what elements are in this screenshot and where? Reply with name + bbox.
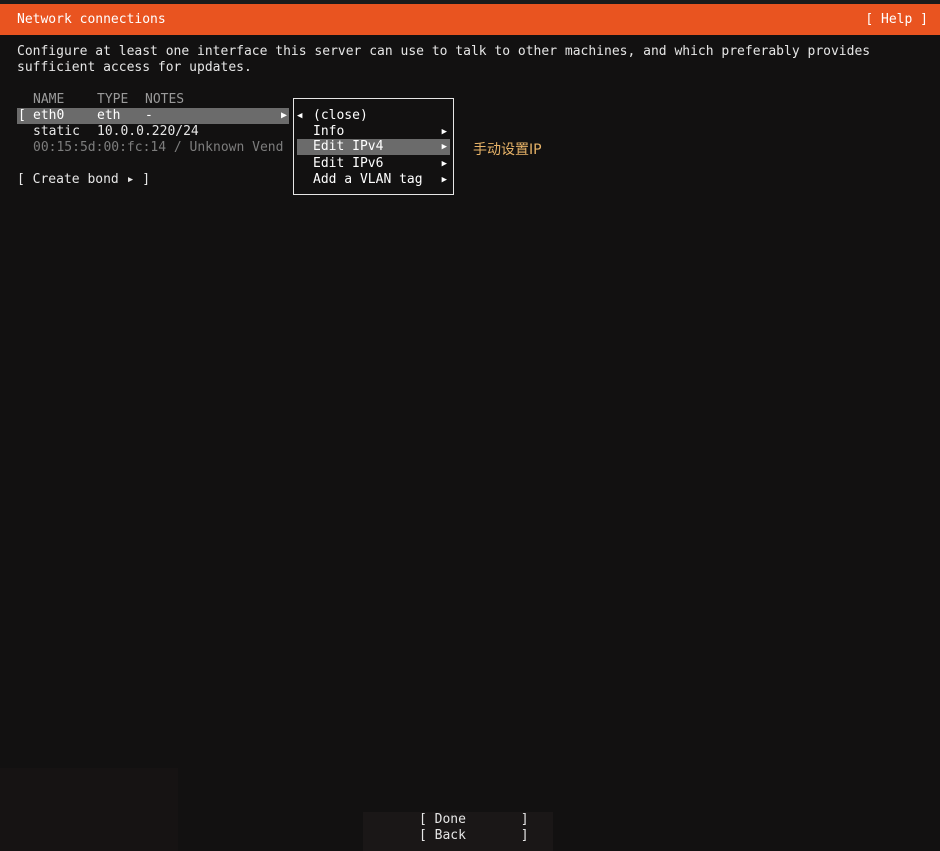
- row-open-bracket: [: [18, 108, 26, 123]
- create-bond-button[interactable]: [ Create bond ▸ ]: [17, 172, 150, 188]
- menu-item-add-vlan-tag[interactable]: Add a VLAN tag ▶: [294, 172, 453, 188]
- menu-item-label: Info: [313, 124, 345, 139]
- arrow-right-icon: ▶: [281, 110, 288, 121]
- arrow-right-icon: ▶: [441, 142, 447, 152]
- arrow-right-icon: ▶: [441, 127, 447, 137]
- menu-item-info[interactable]: Info ▶: [294, 124, 453, 140]
- done-button[interactable]: [ Done ]: [419, 812, 529, 828]
- menu-item-label: Edit IPv4: [313, 139, 384, 154]
- back-button[interactable]: [ Back ]: [419, 828, 529, 844]
- arrow-left-icon: ◀: [297, 111, 303, 121]
- page-title: Network connections: [17, 12, 166, 27]
- interface-notes: -: [145, 108, 153, 123]
- hardware-info: 00:15:5d:00:fc:14 / Unknown Vend: [33, 140, 284, 155]
- arrow-right-icon: ▶: [441, 159, 447, 169]
- menu-item-label: (close): [313, 108, 368, 123]
- menu-item-label: Edit IPv6: [313, 156, 384, 171]
- interface-actions-menu: ◀ (close) Info ▶ Edit IPv4 ▶ Edit IPv6 ▶…: [293, 98, 454, 195]
- header-bar: Network connections [ Help ]: [0, 4, 940, 35]
- help-button[interactable]: [ Help ]: [865, 12, 928, 27]
- address-mode: static: [33, 124, 80, 139]
- annotation-label: 手动设置IP: [473, 142, 542, 158]
- bottom-left-panel: [0, 768, 178, 851]
- menu-item-label: Add a VLAN tag: [313, 172, 423, 187]
- arrow-right-icon: ▶: [441, 175, 447, 185]
- menu-item-edit-ipv6[interactable]: Edit IPv6 ▶: [294, 156, 453, 172]
- description: Configure at least one interface this se…: [17, 44, 870, 76]
- interface-type: eth: [97, 108, 121, 123]
- interface-name: eth0: [33, 108, 65, 123]
- menu-item-close[interactable]: ◀ (close): [294, 108, 453, 124]
- menu-item-edit-ipv4[interactable]: Edit IPv4 ▶: [297, 139, 450, 155]
- column-header-name: NAME: [33, 92, 65, 107]
- column-header-notes: NOTES: [145, 92, 185, 107]
- column-header-type: TYPE: [97, 92, 129, 107]
- description-line-2: sufficient access for updates.: [17, 60, 252, 75]
- description-line-1: Configure at least one interface this se…: [17, 44, 871, 59]
- address-ip: 10.0.0.220/24: [97, 124, 199, 139]
